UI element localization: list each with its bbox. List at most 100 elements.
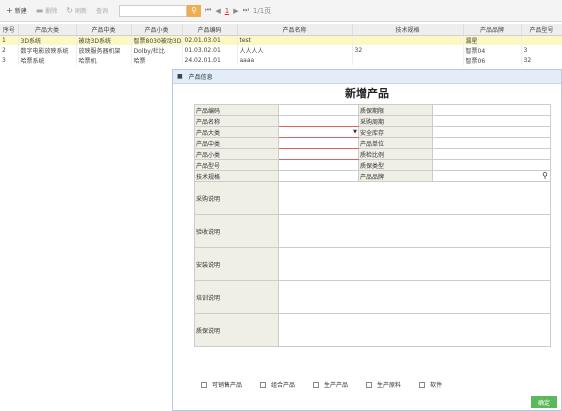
table-cell: 智票8030被动3D系 [131,35,183,45]
product-dialog: ■ 产品信息 新增产品 产品编码 质保期限 产品名称 采购周期 产品大类 ▼ 安… [172,69,562,411]
field-label: 质保类型 [358,159,433,171]
field-label: 产品名称 [194,115,279,127]
prev-page-icon[interactable]: ◀ [215,7,220,15]
product-form: 产品编码 质保期限 产品名称 采购周期 产品大类 ▼ 安全库存 产品中类 产品单… [194,104,551,347]
warranty-input[interactable] [432,104,551,116]
first-page-icon[interactable]: ⏮ [205,6,211,15]
checkbox-box[interactable] [201,381,207,388]
table-cell: 人人人人 [237,45,353,55]
table-cell: 智票06 [463,55,522,65]
table-cell [352,55,464,65]
acceptance-note-textarea[interactable] [278,214,551,248]
query-label: 查询 [96,8,109,15]
field-label: 安装说明 [194,247,279,281]
table-cell: 被动3D系统 [76,35,132,45]
plus-icon: + [6,6,13,15]
table-cell: 2 [0,45,19,55]
col-header[interactable]: 产品品牌 [463,24,522,36]
col-header[interactable]: 序号 [0,24,19,36]
next-page-icon[interactable]: ▶ [233,7,238,15]
table-cell: 漏星 [463,35,522,45]
field-label: 采购周期 [358,115,433,127]
table-cell: 哈票系统 [18,55,77,65]
warranty-type-input[interactable] [432,159,551,171]
checkbox-box[interactable] [419,381,426,388]
search-icon: ⚲ [191,6,197,15]
checkbox-box[interactable] [313,381,320,388]
unit-input[interactable] [432,137,551,149]
col-header[interactable]: 产品型号 [521,24,562,36]
field-label: 质保期限 [358,104,433,116]
table-cell: 1 [0,35,19,45]
toolbar: + 新建 ▬ 删除 ↻ 刷新 查询 ⚲ ⏮ ◀ 1 ▶ ⏭ 1/1页 [0,0,562,22]
table-cell: aaaa [237,55,353,65]
table-cell: test [237,35,353,45]
brand-input[interactable]: ⚲ [432,170,551,182]
new-button[interactable]: + 新建 [6,6,27,15]
product-name-input[interactable] [278,115,359,127]
checkbox-sellable[interactable]: 可销售产品 [201,380,242,389]
category-select[interactable]: ▼ [278,126,359,138]
field-label: 产品小类 [194,148,279,160]
checkbox-raw-material[interactable]: 生产原料 [366,380,401,389]
last-page-icon[interactable]: ⏭ [243,6,249,15]
table-cell: 3 [0,55,19,65]
col-header[interactable]: 产品大类 [18,24,77,36]
col-header[interactable]: 产品小类 [131,24,183,36]
sub-category-select[interactable] [278,148,359,160]
search-input[interactable] [119,4,188,17]
table-cell [521,35,562,45]
product-type-checks: 可销售产品 组合产品 生产产品 生产原料 软件 [201,380,460,389]
mid-category-select[interactable] [278,137,359,149]
checkbox-box[interactable] [260,381,267,388]
training-note-textarea[interactable] [278,280,551,314]
pager: ⏮ ◀ 1 ▶ ⏭ 1/1页 [205,6,275,16]
warranty-note-textarea[interactable] [278,313,551,347]
table-row[interactable]: 1 3D系统 被动3D系统 智票8030被动3D系 02.01.03.01 te… [0,35,562,45]
page-count: 1/1页 [252,6,272,15]
col-header[interactable]: 产品编码 [182,24,238,36]
field-label: 验收说明 [194,214,279,248]
field-label: 产品大类 [194,126,279,138]
checkbox-produced[interactable]: 生产产品 [313,380,348,389]
field-label: 产品编码 [194,104,279,116]
window-icon: ■ [177,73,183,80]
dialog-header-title: 产品信息 [188,74,213,81]
table-cell: 智票04 [463,45,522,55]
field-label: 产品品牌 [358,170,433,182]
search-button[interactable]: ⚲ [187,4,202,17]
product-code-input[interactable] [278,104,359,116]
purchase-cycle-input[interactable] [432,115,551,127]
field-label: 培训说明 [194,280,279,314]
current-page[interactable]: 1 [225,7,229,15]
field-label: 质检比例 [358,148,433,160]
search-icon[interactable]: ⚲ [542,171,548,180]
trash-icon: ▬ [35,6,44,15]
table-cell: 02.01.03.01 [182,35,238,45]
table-cell: 32 [352,45,464,55]
checkbox-box[interactable] [366,381,373,388]
col-header[interactable]: 产品名称 [237,24,353,36]
model-input[interactable] [278,159,359,171]
table-row[interactable]: 2 数字电影放映系统 放映服务器机架 Dolby/杜比 01.03.02.01 … [0,45,562,55]
form-title: 新增产品 [345,87,389,100]
table-cell: 哈票 [131,55,183,65]
dialog-header[interactable]: ■ 产品信息 [173,70,561,84]
table-cell: 3 [521,45,562,55]
table-cell: 放映服务器机架 [76,45,132,55]
col-header[interactable]: 产品中类 [76,24,132,36]
purchase-note-textarea[interactable] [278,181,551,215]
col-header[interactable]: 技术规格 [352,24,464,36]
checkbox-bundle[interactable]: 组合产品 [260,380,295,389]
inspection-ratio-input[interactable] [432,148,551,160]
table-row[interactable]: 3 哈票系统 哈票机 哈票 24.02.01.01 aaaa 智票06 32 [0,55,562,65]
install-note-textarea[interactable] [278,247,551,281]
table-cell: 3D系统 [18,35,77,45]
safety-stock-input[interactable] [432,126,551,138]
checkbox-software[interactable]: 软件 [419,380,442,389]
confirm-button[interactable]: 确定 [531,396,557,408]
table-cell: Dolby/杜比 [131,45,183,55]
refresh-button[interactable]: ↻ 刷新 [66,6,87,15]
delete-button[interactable]: ▬ 删除 [36,6,58,15]
spec-input[interactable] [278,170,359,182]
